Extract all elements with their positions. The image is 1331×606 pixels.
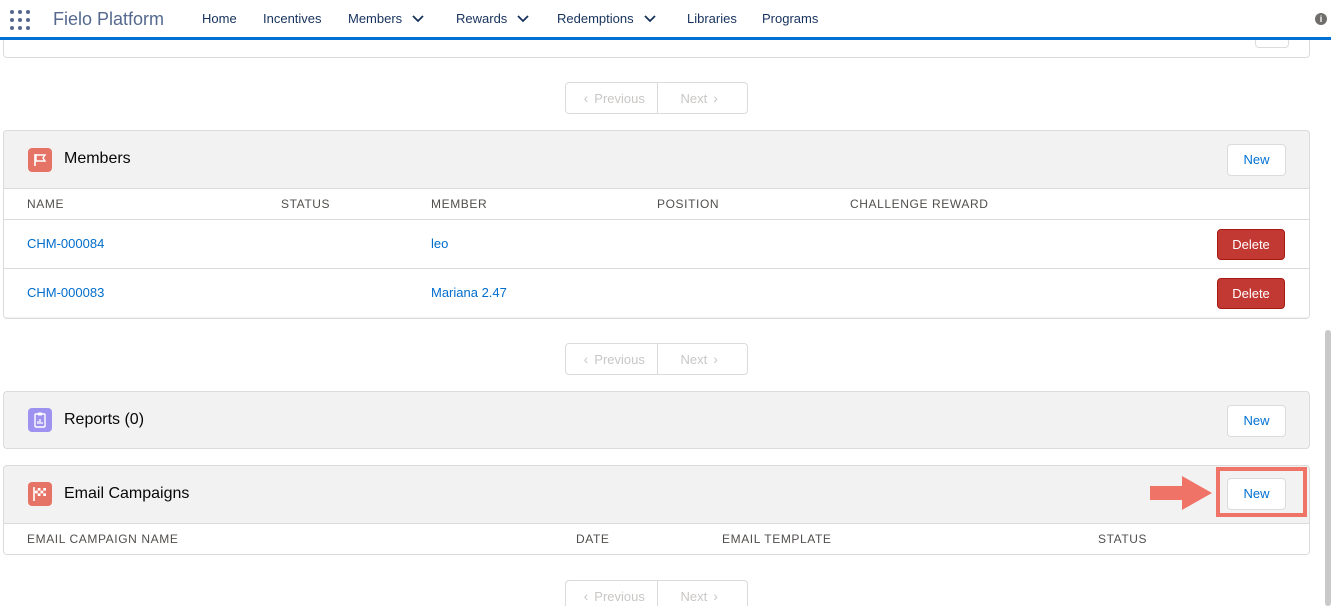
previous-button[interactable]: ‹ Previous — [566, 83, 657, 113]
column-header-member[interactable]: Member — [431, 197, 487, 211]
info-icon[interactable]: i — [1315, 13, 1327, 25]
chevron-right-icon: › — [713, 351, 718, 367]
chevron-down-icon[interactable] — [412, 13, 424, 25]
column-header-challenge-reward[interactable]: Challenge Reward — [850, 197, 989, 211]
new-member-button[interactable]: New — [1227, 144, 1286, 176]
card-title: Members — [64, 150, 131, 167]
next-button[interactable]: Next › — [656, 83, 748, 113]
pagination: ‹ Previous Next › — [565, 580, 748, 606]
next-button[interactable]: Next › — [656, 581, 748, 606]
card-header: Email Campaigns New — [4, 466, 1309, 523]
chevron-left-icon: ‹ — [583, 90, 589, 106]
column-header-status[interactable]: Status — [281, 197, 330, 211]
nav-item-programs[interactable]: Programs — [762, 11, 818, 26]
previous-label: Previous — [594, 90, 645, 106]
nav-item-label: Members — [348, 11, 403, 26]
previous-button[interactable]: ‹ Previous — [566, 344, 657, 374]
previous-button[interactable]: ‹ Previous — [566, 581, 657, 606]
column-header-position[interactable]: Position — [657, 197, 719, 211]
chevron-right-icon: › — [713, 90, 718, 106]
column-header-email-template[interactable]: Email Template — [722, 532, 832, 546]
previous-label: Previous — [594, 588, 645, 604]
table-header: Email Campaign Name Date Email Template … — [4, 523, 1309, 554]
table-row: CHM-000083 Mariana 2.47 Delete — [4, 268, 1309, 317]
new-report-button[interactable]: New — [1227, 405, 1286, 437]
previous-related-list-bottom — [3, 40, 1310, 58]
previous-label: Previous — [594, 351, 645, 367]
flag-icon — [28, 148, 52, 172]
card-title: Reports (0) — [64, 411, 145, 428]
next-label: Next — [680, 351, 708, 367]
delete-button[interactable]: Delete — [1217, 229, 1285, 260]
next-label: Next — [680, 90, 708, 106]
chevron-right-icon: › — [713, 588, 718, 604]
column-header-name[interactable]: Name — [27, 197, 64, 211]
chevron-left-icon: ‹ — [583, 588, 589, 604]
app-name: Fielo Platform — [53, 9, 165, 29]
nav-item-label: Home — [202, 11, 237, 26]
annotation-highlight-box — [1216, 467, 1307, 517]
members-related-list: Members New Name Status Member Position … — [3, 130, 1310, 319]
checkered-flag-icon — [28, 482, 52, 506]
member-link[interactable]: Mariana 2.47 — [431, 285, 507, 300]
nav-item-label: Programs — [762, 11, 819, 26]
chevron-down-icon[interactable] — [517, 13, 529, 25]
nav-item-label: Incentives — [263, 11, 322, 26]
column-header-email-campaign-name[interactable]: Email Campaign Name — [27, 532, 178, 546]
nav-item-libraries[interactable]: Libraries — [687, 11, 737, 26]
table-row: CHM-000084 leo Delete — [4, 219, 1309, 268]
nav-item-label: Libraries — [687, 11, 737, 26]
nav-item-label: Rewards — [456, 11, 508, 26]
nav-item-incentives[interactable]: Incentives — [263, 11, 322, 26]
nav-item-members[interactable]: Members — [348, 11, 424, 26]
pagination: ‹ Previous Next › — [565, 82, 748, 114]
table-header: Name Status Member Position Challenge Re… — [4, 188, 1309, 219]
email-campaigns-related-list: Email Campaigns New Email Campaign Name … — [3, 465, 1310, 555]
chevron-down-icon[interactable] — [643, 13, 656, 25]
card-title: Email Campaigns — [64, 485, 190, 502]
top-navigation-bar: Fielo Platform Home Incentives Members R… — [0, 0, 1331, 40]
app-launcher-icon[interactable] — [10, 10, 30, 30]
pagination: ‹ Previous Next › — [565, 343, 748, 375]
nav-item-label: Redemptions — [557, 11, 634, 26]
record-name-link[interactable]: CHM-000084 — [27, 236, 104, 251]
next-button[interactable]: Next › — [656, 344, 748, 374]
nav-item-redemptions[interactable]: Redemptions — [557, 11, 656, 26]
partial-button[interactable] — [1255, 40, 1289, 48]
annotation-arrow-icon — [1150, 476, 1212, 510]
next-label: Next — [680, 588, 708, 604]
card-header: Members New — [4, 131, 1309, 188]
member-link[interactable]: leo — [431, 236, 448, 251]
nav-item-rewards[interactable]: Rewards — [456, 11, 529, 26]
column-header-status[interactable]: Status — [1098, 532, 1147, 546]
chevron-left-icon: ‹ — [583, 351, 589, 367]
nav-item-home[interactable]: Home — [202, 11, 237, 26]
reports-related-list: Reports (0) New — [3, 391, 1310, 449]
report-icon — [28, 408, 52, 432]
delete-button[interactable]: Delete — [1217, 278, 1285, 309]
column-header-date[interactable]: Date — [576, 532, 610, 546]
record-name-link[interactable]: CHM-000083 — [27, 285, 104, 300]
vertical-scrollbar[interactable] — [1325, 330, 1331, 606]
